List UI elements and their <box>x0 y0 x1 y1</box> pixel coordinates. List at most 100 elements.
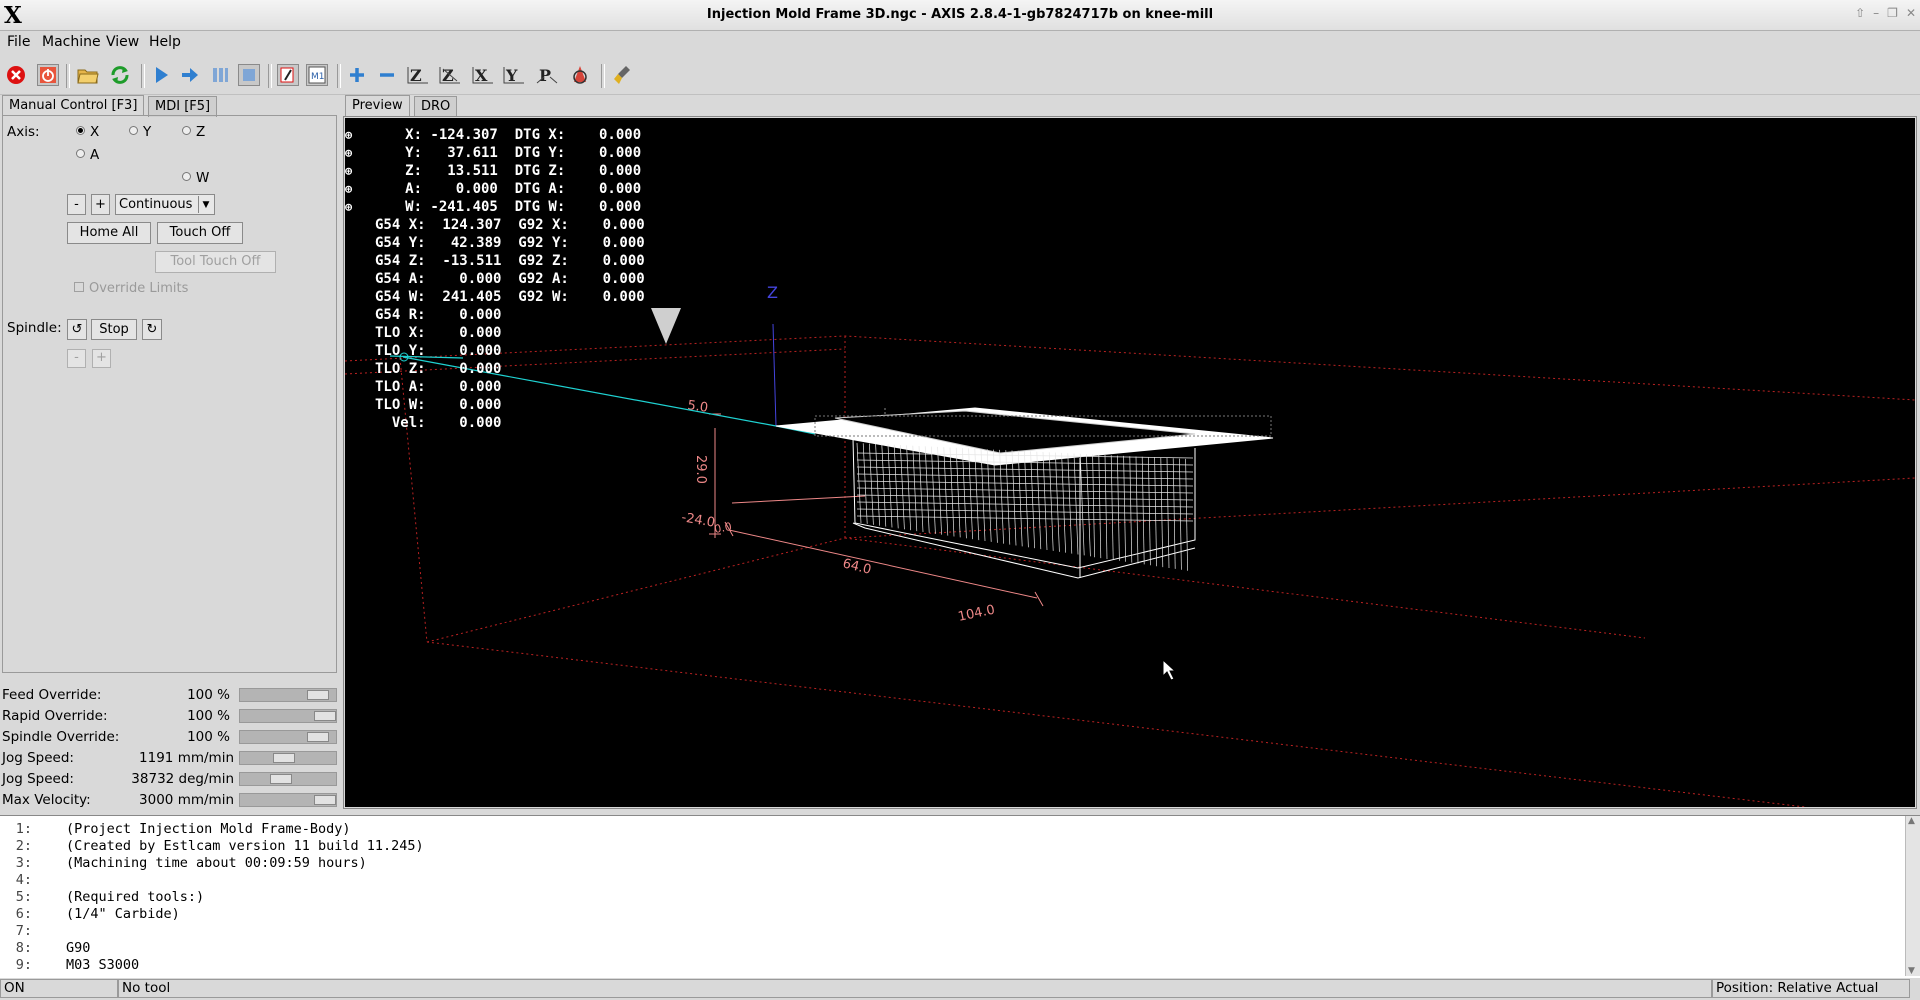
max-velocity-slider[interactable] <box>239 793 337 807</box>
touch-off-button[interactable]: Touch Off <box>157 222 243 244</box>
tab-mdi[interactable]: MDI [F5] <box>148 96 218 117</box>
tab-manual-control[interactable]: Manual Control [F3] <box>2 95 145 116</box>
minimize-icon[interactable]: – <box>1873 6 1879 20</box>
line-text: (Created by Estlcam version 11 build 11.… <box>66 838 424 854</box>
slider-thumb[interactable] <box>270 774 292 784</box>
menu-file[interactable]: File <box>7 34 30 50</box>
gcode-line[interactable]: 5: (Required tools:) <box>0 889 424 906</box>
svg-text:M1: M1 <box>311 72 325 82</box>
axis-radio-z[interactable]: Z <box>182 124 205 140</box>
status-bar: ON No tool Position: Relative Actual <box>0 978 1920 1000</box>
close-icon[interactable]: ✕ <box>1906 6 1916 20</box>
view-p-icon[interactable]: P <box>536 64 558 86</box>
jog-speed-slider[interactable] <box>239 751 337 765</box>
axis-radio-y[interactable]: Y <box>129 124 151 140</box>
position-mode: Position: Relative Actual <box>1712 979 1910 998</box>
line-number: 7: <box>15 923 32 939</box>
scroll-down-icon[interactable]: ▼ <box>1908 966 1915 976</box>
maximize-icon[interactable]: ❐ <box>1887 6 1898 20</box>
edit-tool-icon[interactable]: M1 <box>306 64 328 86</box>
step-icon[interactable] <box>179 64 201 86</box>
toolpath-segment <box>1079 453 1085 556</box>
home-all-button[interactable]: Home All <box>67 222 151 244</box>
angular-jog-speed-label: Jog Speed: <box>2 771 74 787</box>
gcode-line[interactable]: 6: (1/4" Carbide) <box>0 906 424 923</box>
slider-thumb[interactable] <box>273 753 295 763</box>
menu-machine[interactable]: Machine <box>42 34 101 50</box>
open-file-icon[interactable] <box>77 64 99 86</box>
estop-icon[interactable] <box>5 64 27 86</box>
feed-override-slider[interactable] <box>239 688 337 702</box>
gcode-line[interactable]: 4: <box>0 872 424 889</box>
gcode-line[interactable]: 9: M03 S3000 <box>0 957 424 974</box>
gcode-line[interactable]: 1: (Project Injection Mold Frame-Body) <box>0 821 424 838</box>
rapid-override-label: Rapid Override: <box>2 708 108 724</box>
rapid-override-slider[interactable] <box>239 709 337 723</box>
toolpath-segment <box>937 446 942 535</box>
radio-icon <box>129 126 138 135</box>
touch-off-tool-icon[interactable] <box>277 64 299 86</box>
toolpath-segment <box>1073 453 1079 555</box>
angular-jog-speed-slider[interactable] <box>239 772 337 786</box>
spindle-forward-button[interactable]: ↻ <box>142 319 162 340</box>
scroll-up-icon[interactable]: ▲ <box>1908 816 1915 826</box>
slider-thumb[interactable] <box>307 732 329 742</box>
dro-rows: X: -124.307 DTG X: 0.000 Y: 37.611 DTG Y… <box>345 126 645 432</box>
machine-power-icon[interactable] <box>37 64 59 86</box>
jog-mode-value: Continuous <box>119 197 193 212</box>
view-z-icon[interactable]: Z <box>407 64 429 86</box>
slider-thumb[interactable] <box>307 690 329 700</box>
view-x-icon[interactable]: X <box>472 64 494 86</box>
menu-help[interactable]: Help <box>149 34 181 50</box>
menu-view[interactable]: View <box>106 34 139 50</box>
axis-radio-x[interactable]: X <box>76 124 99 140</box>
toolpath-segment <box>1036 451 1042 550</box>
jog-mode-select[interactable]: Continuous ▼ <box>115 194 215 215</box>
clear-plot-icon[interactable] <box>612 64 634 86</box>
dro-row: Z: 13.511 DTG Z: 0.000 <box>363 163 642 179</box>
shade-icon[interactable]: ⇧ <box>1855 6 1865 20</box>
tab-dro[interactable]: DRO <box>414 96 458 117</box>
tool-touch-off-button[interactable]: Tool Touch Off <box>155 251 276 273</box>
gcode-listing[interactable]: 1: (Project Injection Mold Frame-Body) 2: (… <box>0 815 1920 978</box>
reload-icon[interactable] <box>109 64 131 86</box>
gcode-line[interactable]: 8: G90 <box>0 940 424 957</box>
gcode-line[interactable]: 3: (Machining time about 00:09:59 hours) <box>0 855 424 872</box>
run-icon[interactable] <box>150 64 172 86</box>
tab-preview[interactable]: Preview <box>345 95 410 116</box>
gcode-line[interactable]: 7: <box>0 923 424 940</box>
feed-override-label: Feed Override: <box>2 687 102 703</box>
jog-minus-button[interactable]: - <box>67 194 86 215</box>
zoom-in-icon[interactable] <box>346 64 368 86</box>
rotate-icon[interactable] <box>569 64 591 86</box>
rotate-cw-icon: ↻ <box>146 322 158 337</box>
view-y-icon[interactable]: Y <box>503 64 525 86</box>
toolpath-segment <box>1123 455 1126 562</box>
spindle-faster-button[interactable]: + <box>92 349 111 368</box>
toolpath-segment <box>1117 455 1120 561</box>
spindle-slower-button[interactable]: - <box>67 349 86 368</box>
gcode-line[interactable]: 2: (Created by Estlcam version 11 build 1… <box>0 838 424 855</box>
slider-thumb[interactable] <box>314 795 336 805</box>
pause-icon[interactable] <box>209 64 231 86</box>
spindle-stop-button[interactable]: Stop <box>91 319 137 340</box>
dim-small-label: 0.0 <box>713 520 732 536</box>
slider-thumb[interactable] <box>314 711 336 721</box>
window-controls: ⇧ – ❐ ✕ <box>1855 6 1916 20</box>
override-limits-checkbox[interactable]: Override Limits <box>74 281 188 296</box>
axis-radio-a[interactable]: A <box>76 147 99 163</box>
homed-icon: ⊕ <box>345 182 353 196</box>
homed-icon: ⊕ <box>345 200 353 214</box>
gcode-scrollbar[interactable]: ▲ ▼ <box>1905 816 1920 976</box>
spindle-reverse-button[interactable]: ↺ <box>67 319 87 340</box>
zoom-out-icon[interactable] <box>376 64 398 86</box>
spindle-override-slider[interactable] <box>239 730 337 744</box>
jog-plus-button[interactable]: + <box>91 194 110 215</box>
view-z2-icon[interactable]: Z <box>439 64 461 86</box>
checkbox-icon <box>74 282 84 292</box>
toolpath-segment <box>1024 451 1029 548</box>
stop-icon[interactable] <box>238 64 260 86</box>
preview-canvas[interactable]: 5.0 29.0 -24.0 0.0 64.0 104.0 Z X: -124.… <box>345 118 1915 807</box>
axis-radio-w[interactable]: W <box>182 170 209 186</box>
line-number: 2: <box>15 838 32 854</box>
